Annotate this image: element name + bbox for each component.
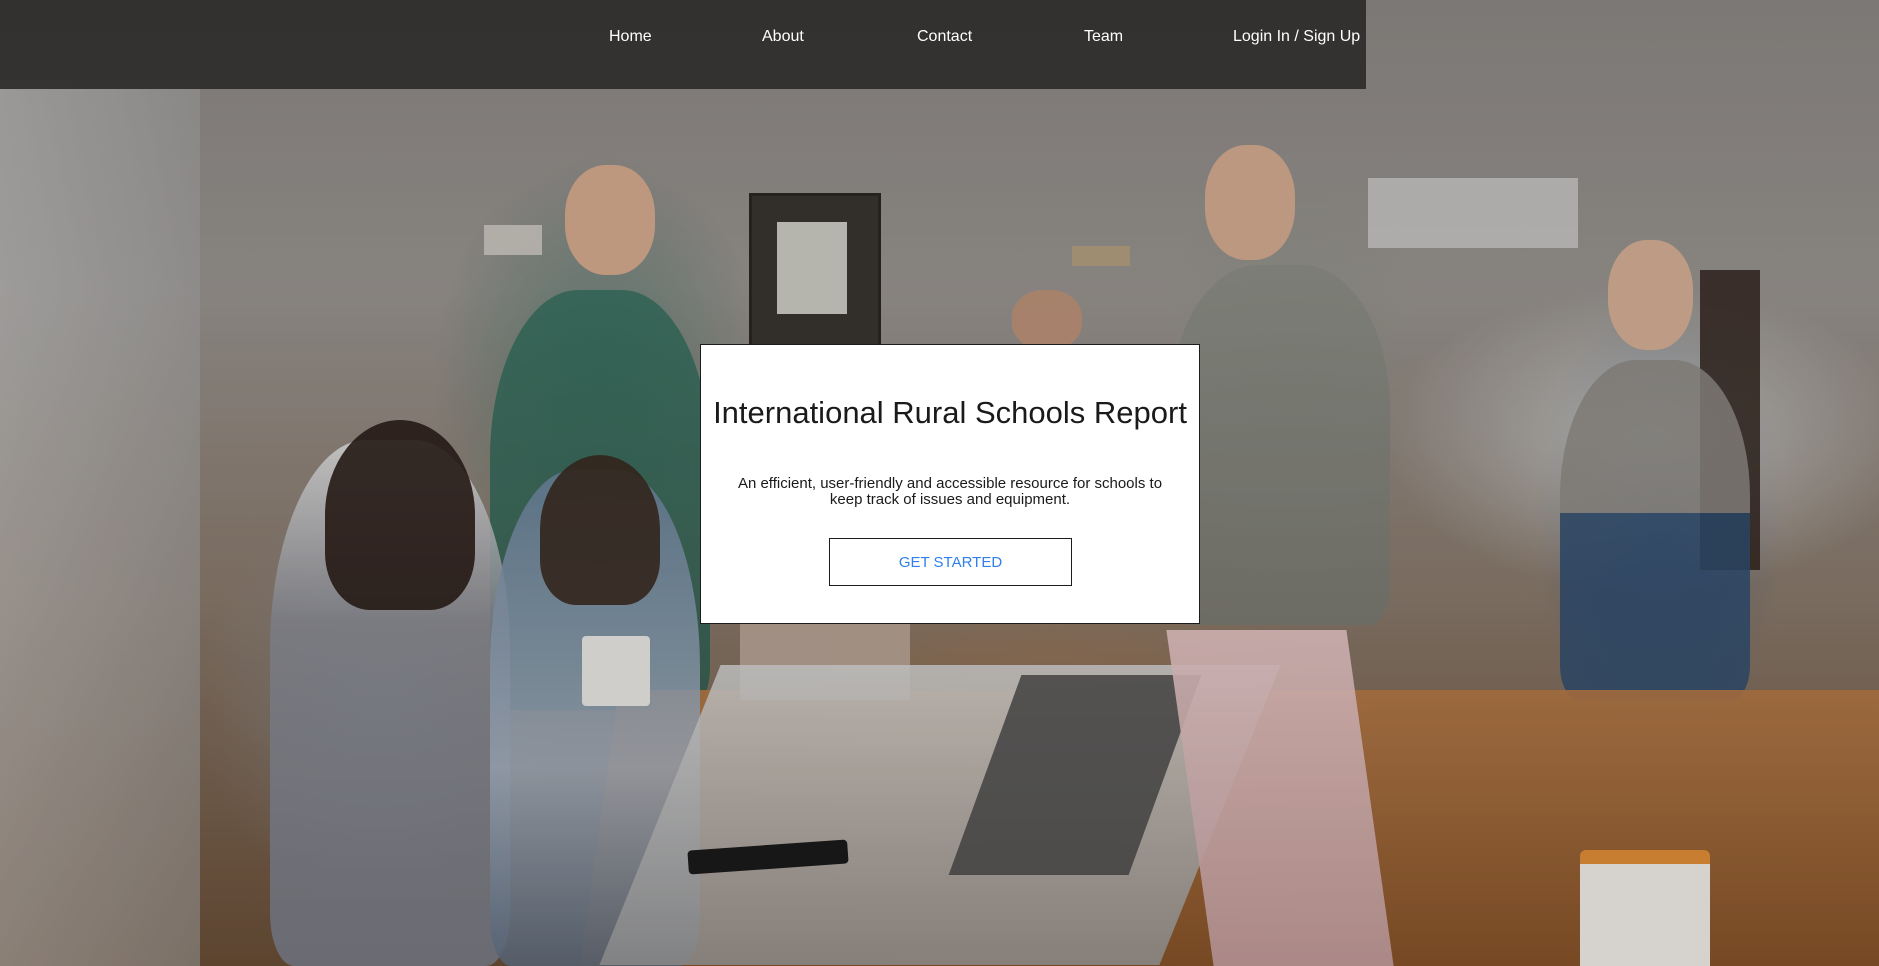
top-navbar: Home About Contact Team Login In / Sign … bbox=[0, 0, 1366, 89]
page-title: International Rural Schools Report bbox=[713, 395, 1187, 430]
nav-links: Home About Contact Team Login In / Sign … bbox=[0, 0, 1366, 78]
hero-card: International Rural Schools Report An ef… bbox=[700, 344, 1200, 624]
hero-description: An efficient, user-friendly and accessib… bbox=[737, 475, 1163, 508]
nav-login-signup-link[interactable]: Login In / Sign Up bbox=[1233, 28, 1360, 46]
nav-home-link[interactable]: Home bbox=[609, 28, 652, 46]
nav-contact-link[interactable]: Contact bbox=[917, 28, 972, 46]
nav-about-link[interactable]: About bbox=[762, 28, 804, 46]
nav-team-link[interactable]: Team bbox=[1084, 28, 1123, 46]
get-started-button[interactable]: GET STARTED bbox=[829, 538, 1072, 586]
hero-section: Home About Contact Team Login In / Sign … bbox=[0, 0, 1879, 966]
